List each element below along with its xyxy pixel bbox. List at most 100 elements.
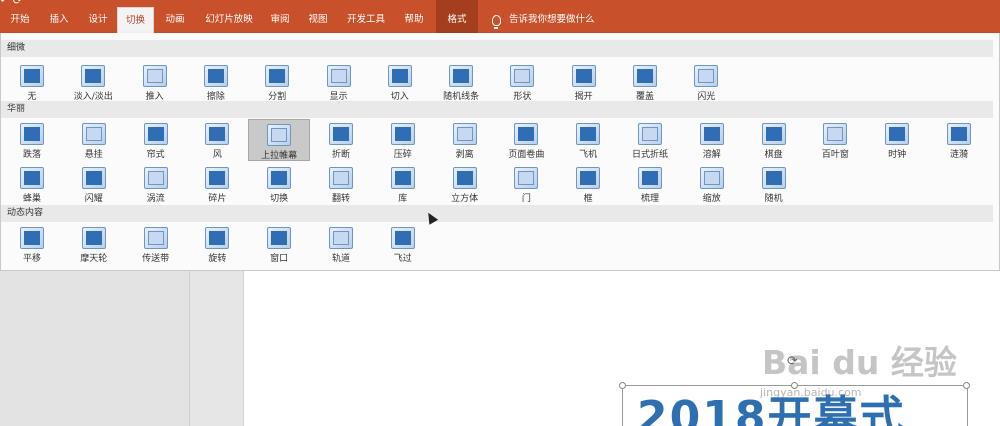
- transition-thumbnail-icon: [81, 123, 106, 145]
- slide-margin: [190, 271, 244, 426]
- transition-exciting-row1-14[interactable]: 时钟: [866, 119, 928, 161]
- transition-exciting-row1-9[interactable]: 飞机: [557, 119, 619, 161]
- transition-thumbnail-icon: [699, 123, 724, 145]
- transition-dynamic-1[interactable]: 摩天轮: [63, 223, 125, 265]
- tab-transitions[interactable]: 切换: [117, 7, 154, 33]
- thumbnail-pane[interactable]: [0, 271, 190, 426]
- transition-exciting-row2-2[interactable]: 涡流: [125, 163, 187, 205]
- transition-thumbnail-icon: [761, 123, 786, 145]
- transition-thumbnail-icon: [885, 123, 910, 145]
- transition-dynamic-2[interactable]: 传送带: [125, 223, 187, 265]
- transition-subtle-7[interactable]: 随机线条: [430, 61, 492, 103]
- transition-exciting-row2-7[interactable]: 立方体: [434, 163, 496, 205]
- transition-subtle-5[interactable]: 显示: [308, 61, 370, 103]
- transition-subtle-1[interactable]: 淡入/淡出: [62, 61, 124, 103]
- tab-developer[interactable]: 开发工具: [338, 7, 394, 33]
- rotate-handle-icon[interactable]: ⟳: [787, 354, 798, 369]
- transition-exciting-row1-0[interactable]: 跌落: [1, 119, 63, 161]
- transition-exciting-row1-1[interactable]: 悬挂: [63, 119, 125, 161]
- transition-exciting-row2-6[interactable]: 库: [372, 163, 434, 205]
- transition-exciting-row2-3[interactable]: 碎片: [186, 163, 248, 205]
- transition-exciting-row2-1[interactable]: 闪耀: [63, 163, 125, 205]
- transition-label: 日式折纸: [631, 150, 668, 160]
- transition-label: 旋转: [208, 254, 227, 264]
- tab-review[interactable]: 审阅: [262, 7, 298, 33]
- transition-thumbnail-icon: [514, 123, 539, 145]
- transition-dynamic-6[interactable]: 飞过: [372, 223, 434, 265]
- transition-exciting-row1-4[interactable]: 上拉帷幕: [248, 119, 311, 161]
- transition-exciting-row1-8[interactable]: 页面卷曲: [495, 119, 557, 161]
- transition-exciting-row1-2[interactable]: 帘式: [125, 119, 187, 161]
- transition-exciting-row1-15[interactable]: 涟漪: [928, 119, 990, 161]
- transition-exciting-row1-3[interactable]: 风: [186, 119, 248, 161]
- quick-access-toolbar[interactable]: ↶ ⟳: [0, 0, 22, 7]
- transition-thumbnail-icon: [694, 65, 719, 87]
- tab-help[interactable]: 帮助: [396, 7, 432, 33]
- transition-exciting-row1-6[interactable]: 压碎: [372, 119, 434, 161]
- transition-exciting-row2-8[interactable]: 门: [495, 163, 557, 205]
- tab-insert[interactable]: 插入: [40, 7, 78, 33]
- transition-exciting-row2-9[interactable]: 框: [557, 163, 619, 205]
- transition-thumbnail-icon: [205, 167, 230, 189]
- transition-exciting-row2-4[interactable]: 切换: [248, 163, 310, 205]
- transition-label: 缩放: [702, 194, 721, 204]
- transition-thumbnail-icon: [638, 123, 662, 145]
- transition-thumbnail-icon: [203, 65, 228, 87]
- transition-subtle-10[interactable]: 覆盖: [614, 61, 676, 103]
- tab-design[interactable]: 设计: [80, 7, 116, 33]
- transition-exciting-row2-12[interactable]: 随机: [743, 163, 805, 205]
- transition-dynamic-3[interactable]: 旋转: [186, 223, 248, 265]
- transition-dynamic-0[interactable]: 平移: [1, 223, 63, 265]
- transition-label: 碎片: [208, 194, 227, 204]
- transition-label: 框: [583, 194, 593, 204]
- tab-slideshow[interactable]: 幻灯片放映: [198, 7, 260, 33]
- transition-dynamic-4[interactable]: 窗口: [248, 223, 310, 265]
- transition-subtle-11[interactable]: 闪光: [675, 61, 737, 103]
- transition-thumbnail-icon: [143, 167, 168, 189]
- transition-exciting-row1-10[interactable]: 日式折纸: [619, 119, 681, 161]
- transition-exciting-row2-10[interactable]: 梳理: [619, 163, 681, 205]
- tab-format[interactable]: 格式: [436, 0, 478, 33]
- transition-exciting-row1-7[interactable]: 剥离: [434, 119, 496, 161]
- transition-label: 随机: [764, 194, 783, 204]
- transition-label: 切换: [270, 194, 289, 204]
- transition-exciting-row1-5[interactable]: 折断: [310, 119, 372, 161]
- tab-animations[interactable]: 动画: [156, 7, 194, 33]
- transition-exciting-row1-11[interactable]: 溶解: [681, 119, 743, 161]
- resize-handle-ne[interactable]: [963, 382, 970, 389]
- transition-label: 闪光: [697, 92, 716, 102]
- transition-label: 压碎: [393, 150, 412, 160]
- transition-subtle-2[interactable]: 推入: [124, 61, 186, 103]
- transition-subtle-3[interactable]: 擦除: [185, 61, 247, 103]
- transition-thumbnail-icon: [390, 227, 415, 249]
- transition-exciting-row1-12[interactable]: 棋盘: [743, 119, 805, 161]
- resize-handle-n[interactable]: [791, 382, 798, 389]
- transition-label: 翻转: [331, 194, 350, 204]
- tell-me-search[interactable]: 告诉我你想要做什么: [492, 7, 595, 33]
- transition-exciting-row2-5[interactable]: 翻转: [310, 163, 372, 205]
- transition-dynamic-5[interactable]: 轨道: [310, 223, 372, 265]
- transition-thumbnail-icon: [81, 227, 106, 249]
- section-exciting: 华丽: [1, 101, 993, 118]
- ribbon-tab-bar: ↶ ⟳ 开始 插入 设计 切换 动画 幻灯片放映 审阅 视图 开发工具 帮助 格…: [0, 0, 1000, 33]
- transition-label: 涟漪: [949, 150, 968, 160]
- transition-exciting-row2-11[interactable]: 缩放: [681, 163, 743, 205]
- transition-label: 悬挂: [84, 150, 103, 160]
- transition-thumbnail-icon: [265, 65, 290, 87]
- slide-title[interactable]: 2018开幕式: [637, 396, 905, 426]
- transition-subtle-9[interactable]: 揭开: [553, 61, 615, 103]
- transition-label: 溶解: [702, 150, 721, 160]
- transition-exciting-row2-0[interactable]: 蜂巢: [1, 163, 63, 205]
- tab-view[interactable]: 视图: [300, 7, 336, 33]
- transition-subtle-0[interactable]: 无: [1, 61, 63, 103]
- transition-thumbnail-icon: [20, 123, 44, 145]
- tab-home[interactable]: 开始: [2, 7, 38, 33]
- transition-subtle-8[interactable]: 形状: [491, 61, 553, 103]
- transition-exciting-row1-13[interactable]: 百叶窗: [804, 119, 866, 161]
- transition-label: 棋盘: [764, 150, 783, 160]
- transition-label: 蜂巢: [22, 194, 41, 204]
- resize-handle-nw[interactable]: [619, 382, 626, 389]
- transition-subtle-6[interactable]: 切入: [369, 61, 431, 103]
- transition-thumbnail-icon: [267, 227, 292, 249]
- transition-subtle-4[interactable]: 分割: [246, 61, 308, 103]
